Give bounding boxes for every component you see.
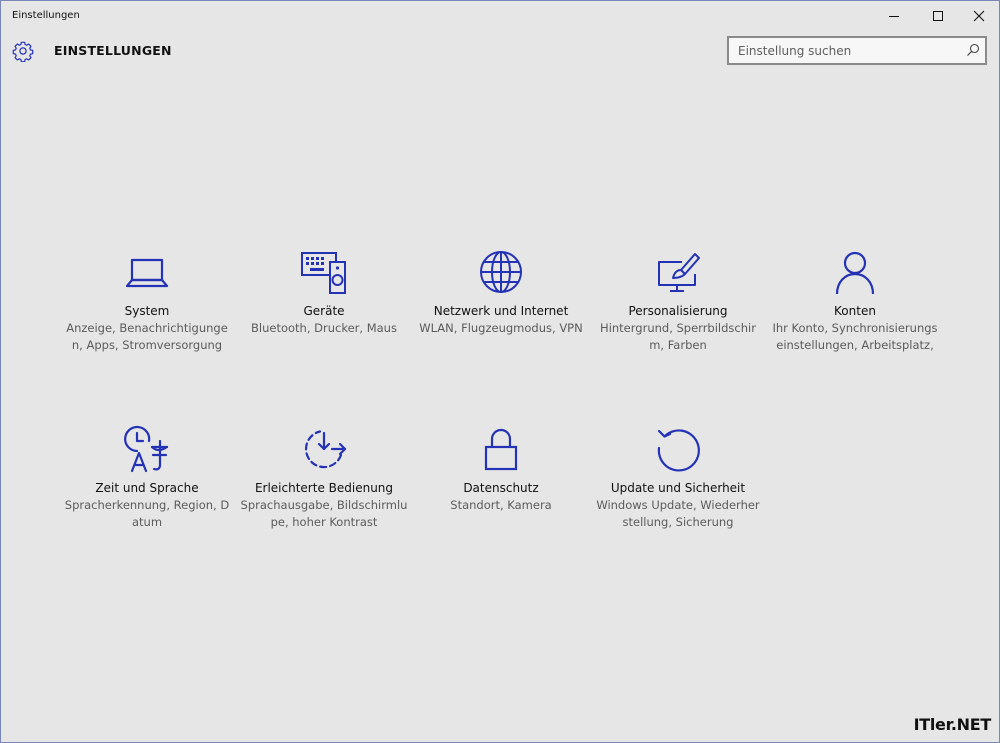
tile-privacy[interactable]: Datenschutz Standort, Kamera xyxy=(413,423,589,514)
tile-label: Update und Sicherheit xyxy=(610,481,746,495)
tile-description: Hintergrund, Sperrbildschirm, Farben xyxy=(600,321,756,352)
tile-ease-of-access[interactable]: Erleichterte Bedienung Sprachausgabe, Bi… xyxy=(236,423,412,531)
watermark-logo: ITler.NET xyxy=(913,715,992,734)
search-input[interactable] xyxy=(729,38,968,63)
tile-personalization[interactable]: Personalisierung Hintergrund, Sperrbilds… xyxy=(590,246,766,354)
tile-description: WLAN, Flugzeugmodus, VPN xyxy=(419,321,583,335)
gear-icon xyxy=(12,41,34,62)
ease-of-access-icon xyxy=(304,430,347,469)
tile-label: Konten xyxy=(834,304,876,318)
tile-description: Windows Update, Wiederherstellung, Siche… xyxy=(596,498,760,529)
time-language-icon xyxy=(124,425,169,473)
title-bar[interactable]: Einstellungen xyxy=(1,1,999,31)
devices-icon xyxy=(301,252,346,294)
tile-devices[interactable]: Geräte Bluetooth, Drucker, Maus xyxy=(236,246,412,337)
tile-label: Datenschutz xyxy=(463,481,539,495)
tile-description: Bluetooth, Drucker, Maus xyxy=(251,321,397,335)
minimize-icon xyxy=(889,16,899,17)
lock-icon xyxy=(484,428,518,471)
tile-label: Zeit und Sprache xyxy=(95,481,199,495)
tile-description: Anzeige, Benachrichtigungen, Apps, Strom… xyxy=(66,321,228,352)
tile-label: Erleichterte Bedienung xyxy=(254,481,394,495)
search-box[interactable] xyxy=(727,36,987,65)
tile-time-language[interactable]: Zeit und Sprache Spracherkennung, Region… xyxy=(59,423,235,531)
tile-label: Geräte xyxy=(303,304,345,318)
paint-icon xyxy=(658,253,700,292)
close-icon xyxy=(973,10,985,22)
person-icon xyxy=(835,251,875,295)
tile-update-security[interactable]: Update und Sicherheit Windows Update, Wi… xyxy=(590,423,766,531)
page-title: EINSTELLUNGEN xyxy=(54,43,172,58)
tile-description: Ihr Konto, Synchronisierungseinstellunge… xyxy=(772,321,938,352)
minimize-button[interactable] xyxy=(871,1,917,31)
maximize-icon xyxy=(933,11,943,21)
search-icon[interactable] xyxy=(966,43,980,57)
window-title: Einstellungen xyxy=(12,10,80,21)
tile-description: Sprachausgabe, Bildschirmlupe, hoher Kon… xyxy=(240,498,408,529)
tile-description: Standort, Kamera xyxy=(450,498,552,512)
tile-accounts[interactable]: Konten Ihr Konto, Synchronisierungseinst… xyxy=(767,246,943,354)
laptop-icon xyxy=(125,258,169,288)
tile-system[interactable]: System Anzeige, Benachrichtigungen, Apps… xyxy=(59,246,235,354)
tile-network[interactable]: Netzwerk und Internet WLAN, Flugzeugmodu… xyxy=(413,246,589,337)
tile-description: Spracherkennung, Region, Datum xyxy=(64,498,230,529)
tile-label: Personalisierung xyxy=(628,304,728,318)
tile-label: System xyxy=(124,304,170,318)
close-button[interactable] xyxy=(956,1,999,31)
maximize-button[interactable] xyxy=(915,1,961,31)
globe-icon xyxy=(480,251,522,293)
tile-label: Netzwerk und Internet xyxy=(433,304,569,318)
settings-window: Einstellungen EINSTELLUNGEN Einstellung … xyxy=(0,0,1000,743)
update-icon xyxy=(657,429,700,472)
